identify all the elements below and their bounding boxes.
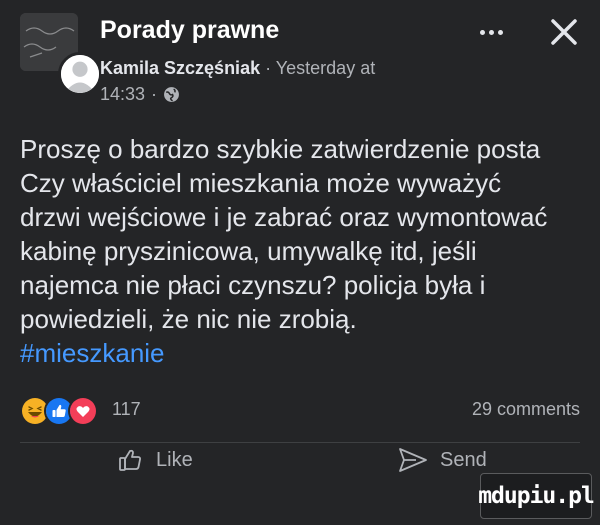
like-label: Like — [156, 448, 193, 471]
love-icon — [68, 396, 98, 426]
post-line: kabinę pryszinicowa, umywalkę itd, jeśli — [20, 236, 477, 266]
post-line: Czy właściciel mieszkania może wyważyć — [20, 168, 502, 198]
reaction-icons[interactable] — [20, 396, 98, 426]
author-avatar[interactable] — [58, 52, 102, 96]
post-line: powiedzieli, że nic nie zrobią. — [20, 304, 357, 334]
post-time[interactable]: 14:33 — [100, 84, 145, 105]
reaction-count[interactable]: 117 — [112, 399, 141, 420]
reactions-summary: 117 29 comments — [20, 392, 580, 428]
post-meta-line: Kamila Szczęśniak · Yesterday at — [100, 58, 375, 79]
post-line: drzwi wejściowe i je zabrać oraz wymonto… — [20, 202, 548, 232]
close-button[interactable] — [548, 16, 580, 48]
meta-separator: · — [265, 58, 272, 78]
more-options-button[interactable] — [474, 22, 508, 42]
more-dot-icon — [488, 29, 494, 35]
hashtag-link[interactable]: #mieszkanie — [20, 336, 165, 370]
send-icon — [398, 447, 428, 473]
post-line: najemca nie płaci czynszu? policja była … — [20, 270, 486, 300]
post-line: Proszę o bardzo szybkie zatwierdzenie po… — [20, 134, 541, 164]
watermark-logo: mdupiu.pl — [478, 473, 595, 519]
default-user-icon — [61, 55, 99, 93]
close-icon — [551, 19, 577, 45]
post-text: Proszę o bardzo szybkie zatwierdzenie po… — [20, 132, 585, 370]
group-name[interactable]: Porady prawne — [100, 16, 279, 45]
meta-separator-2: · — [151, 84, 158, 104]
like-button[interactable]: Like — [118, 444, 193, 476]
divider — [20, 442, 580, 443]
globe-icon — [163, 86, 180, 103]
more-dot-icon — [497, 29, 503, 35]
send-button[interactable]: Send — [398, 444, 487, 476]
post-header: Porady prawne Kamila Szczęśniak · Yester… — [0, 0, 600, 110]
more-dot-icon — [479, 29, 485, 35]
like-outline-icon — [118, 447, 144, 473]
author-name[interactable]: Kamila Szczęśniak — [100, 58, 260, 78]
post-time-prefix[interactable]: Yesterday at — [276, 58, 375, 78]
send-label: Send — [440, 448, 487, 471]
comments-count[interactable]: 29 comments — [472, 399, 580, 420]
post-time-line: 14:33 · — [100, 84, 180, 105]
